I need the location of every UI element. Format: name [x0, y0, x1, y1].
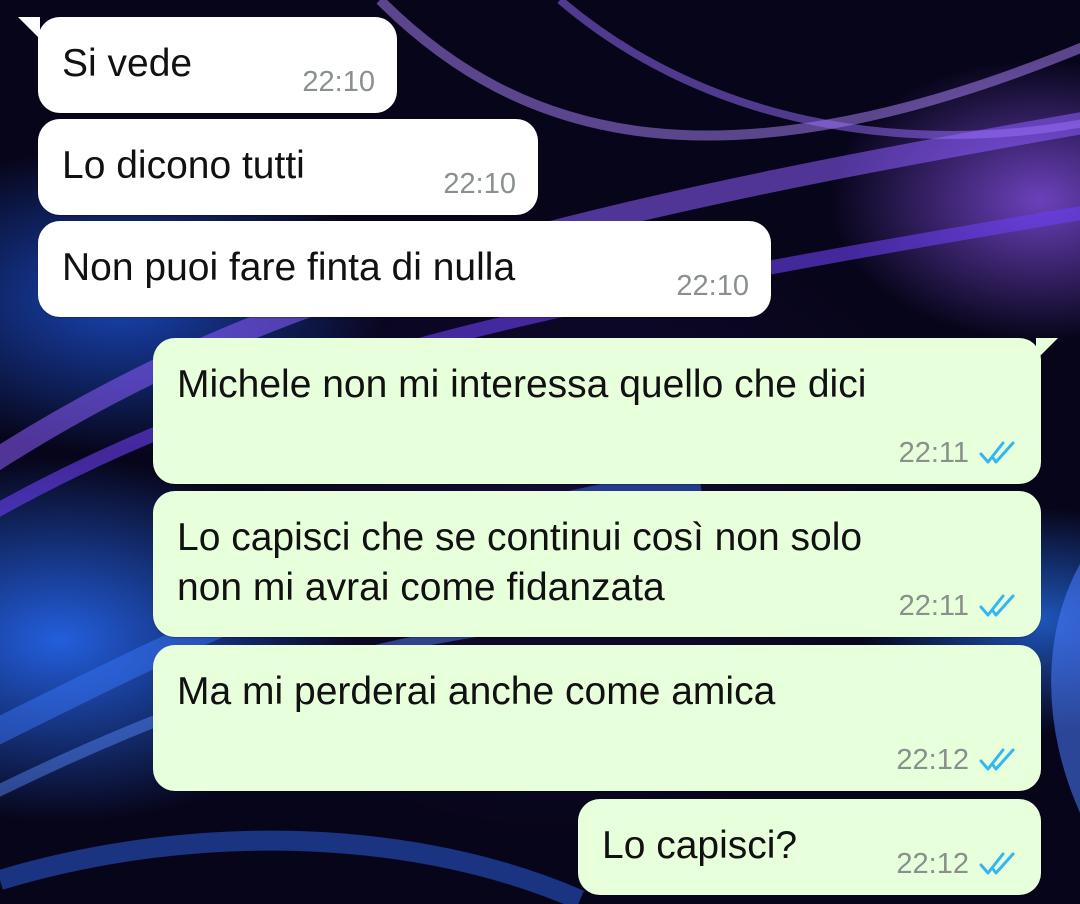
message-meta: 22:11	[899, 436, 1019, 470]
outgoing-message[interactable]: Lo capisci? 22:12	[578, 799, 1041, 895]
message-meta: 22:12	[896, 847, 1019, 881]
message-text: Lo capisci?	[602, 824, 798, 867]
message-timestamp: 22:10	[676, 270, 749, 302]
message-text: Non puoi fare finta di nulla	[62, 246, 516, 289]
outgoing-message[interactable]: Ma mi perderai anche come amica 22:12	[153, 645, 1041, 791]
double-check-icon	[979, 748, 1015, 771]
message-text: Michele non mi interessa quello che dici	[177, 363, 867, 406]
outgoing-message[interactable]: Michele non mi interessa quello che dici…	[153, 338, 1041, 484]
double-check-icon	[979, 441, 1015, 464]
message-text: Ma mi perderai anche come amica	[177, 670, 776, 713]
incoming-message[interactable]: Non puoi fare finta di nulla 22:10	[38, 221, 771, 317]
message-text: Si vede	[62, 42, 193, 85]
message-meta: 22:11	[899, 589, 1019, 623]
incoming-message[interactable]: Lo dicono tutti 22:10	[38, 119, 538, 215]
double-check-icon	[979, 594, 1015, 617]
message-timestamp: 22:10	[443, 168, 516, 200]
message-timestamp: 22:12	[896, 848, 969, 880]
message-meta: 22:10	[676, 269, 749, 303]
message-timestamp: 22:11	[898, 437, 969, 469]
double-check-icon	[979, 852, 1015, 875]
message-text: Lo dicono tutti	[62, 144, 305, 187]
message-timestamp: 22:10	[302, 66, 375, 98]
message-meta: 22:10	[302, 65, 375, 99]
message-text: Lo capisci che se continui così non solo…	[177, 516, 863, 609]
message-timestamp: 22:11	[898, 590, 969, 622]
incoming-bubble-tail	[18, 17, 40, 39]
outgoing-message[interactable]: Lo capisci che se continui così non solo…	[153, 491, 1041, 637]
message-meta: 22:10	[443, 167, 516, 201]
message-meta: 22:12	[896, 743, 1019, 777]
message-timestamp: 22:12	[896, 744, 969, 776]
incoming-message[interactable]: Si vede 22:10	[38, 17, 397, 113]
